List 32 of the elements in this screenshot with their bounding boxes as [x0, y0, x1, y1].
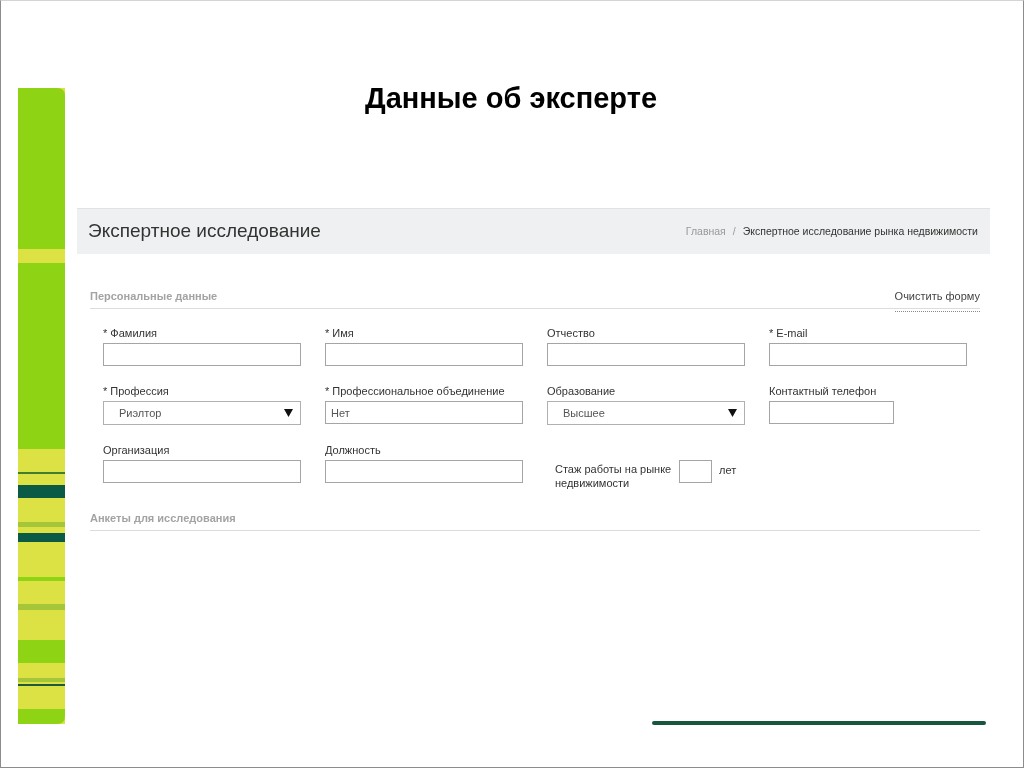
dropdown[interactable]: Риэлтор	[103, 401, 301, 425]
input-field[interactable]	[325, 343, 523, 366]
field-label: Стаж работы на рынке недвижимости	[555, 462, 673, 490]
input-field[interactable]	[769, 343, 967, 366]
slide-title: Данные об эксперте	[363, 81, 658, 116]
field-label: * E-mail	[769, 326, 809, 340]
input-field[interactable]	[103, 343, 301, 366]
unit-label: лет	[719, 463, 737, 477]
input-field[interactable]	[769, 401, 894, 424]
section-title: Анкеты для исследования	[90, 511, 236, 525]
page-title: Экспертное исследование	[88, 220, 321, 242]
field-label: Должность	[325, 443, 382, 457]
caret-icon	[728, 409, 737, 417]
input-field[interactable]: Нет	[325, 401, 523, 424]
input-field[interactable]	[103, 460, 301, 483]
field-label: Образование	[547, 384, 617, 398]
input-field[interactable]	[325, 460, 523, 483]
clear-form-link[interactable]: Очистить форму	[894, 289, 980, 312]
breadcrumb-current: Экспертное исследование рынка недвижимости	[742, 225, 978, 237]
caret-icon	[284, 409, 293, 417]
field-label: Отчество	[547, 326, 596, 340]
field-label: Организация	[103, 443, 171, 457]
breadcrumb-separator: /	[732, 225, 736, 237]
input-field[interactable]	[547, 343, 745, 366]
field-label: Контактный телефон	[769, 384, 878, 398]
input-field[interactable]	[679, 460, 712, 483]
field-label: * Профессия	[103, 384, 170, 398]
dropdown[interactable]: Высшее	[547, 401, 745, 425]
section-title: Персональные данные	[90, 289, 218, 303]
field-label: * Фамилия	[103, 326, 159, 340]
field-label: * Имя	[325, 326, 355, 340]
field-label: * Профессиональное объединение	[325, 384, 506, 398]
